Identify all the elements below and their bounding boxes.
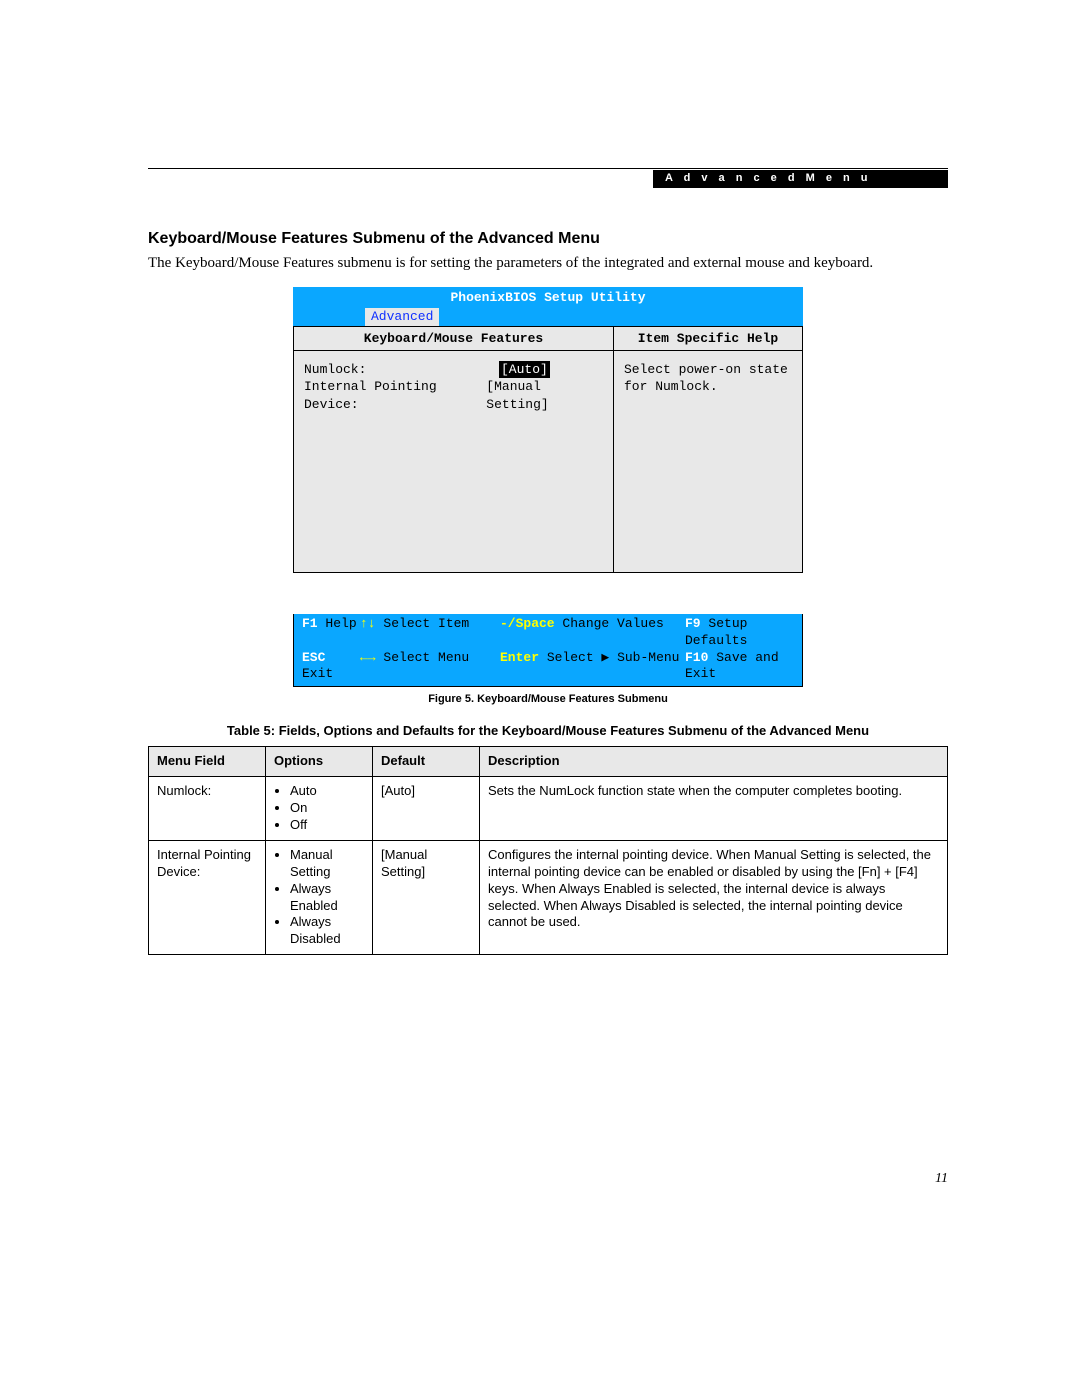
footer-text: Exit — [302, 666, 333, 681]
bios-screenshot: PhoenixBIOS Setup Utility Advanced Keybo… — [293, 287, 803, 688]
footer-key: -/Space — [500, 616, 555, 631]
bios-item-value: [Manual Setting] — [486, 378, 603, 413]
bios-active-tab: Advanced — [365, 308, 439, 326]
th-menu-field: Menu Field — [149, 747, 266, 777]
cell-options: Manual Setting Always Enabled Always Dis… — [266, 840, 373, 954]
footer-key: F1 — [302, 616, 318, 631]
page-number: 11 — [935, 1171, 948, 1187]
footer-key: ←→ — [360, 650, 376, 665]
footer-text: Select ▶ Sub-Menu — [547, 650, 680, 665]
bios-left-body: Numlock: [Auto] Internal Pointing Device… — [293, 351, 613, 573]
th-desc: Description — [480, 747, 948, 777]
footer-text: Help — [325, 616, 356, 631]
section-banner: A d v a n c e d M e n u — [653, 170, 948, 188]
table-row: Internal Pointing Device: Manual Setting… — [149, 840, 948, 954]
bios-item-label: Internal Pointing Device: — [304, 378, 486, 413]
footer-text: Change Values — [562, 616, 663, 631]
option-item: Auto — [290, 783, 364, 800]
footer-key: ↑↓ — [360, 616, 376, 631]
option-item: Always Disabled — [290, 914, 364, 948]
footer-key: Enter — [500, 650, 539, 665]
footer-text: Select Item — [383, 616, 469, 631]
intro-paragraph: The Keyboard/Mouse Features submenu is f… — [148, 254, 948, 273]
option-item: Manual Setting — [290, 847, 364, 881]
bios-help-line: for Numlock. — [624, 378, 792, 396]
section-heading: Keyboard/Mouse Features Submenu of the A… — [148, 230, 948, 248]
bios-right-header: Item Specific Help — [613, 326, 803, 351]
reference-table: Menu Field Options Default Description N… — [148, 746, 948, 955]
footer-key: F9 — [685, 616, 701, 631]
th-default: Default — [373, 747, 480, 777]
option-item: Off — [290, 817, 364, 834]
option-item: Always Enabled — [290, 881, 364, 915]
bios-title: PhoenixBIOS Setup Utility — [293, 287, 803, 308]
bios-footer: F1 Help ↑↓ Select Item -/Space Change Va… — [293, 614, 803, 688]
bios-help-line: Select power-on state — [624, 361, 792, 379]
footer-text: Select Menu — [383, 650, 469, 665]
bios-item-row: Numlock: [Auto] — [304, 361, 603, 379]
option-item: On — [290, 800, 364, 817]
footer-key: F10 — [685, 650, 708, 665]
bios-menu-bar: Advanced — [293, 308, 803, 326]
cell-desc: Sets the NumLock function state when the… — [480, 777, 948, 841]
table-caption: Table 5: Fields, Options and Defaults fo… — [148, 723, 948, 738]
cell-default: [Manual Setting] — [373, 840, 480, 954]
th-options: Options — [266, 747, 373, 777]
cell-options: Auto On Off — [266, 777, 373, 841]
bios-item-row: Internal Pointing Device: [Manual Settin… — [304, 378, 603, 413]
cell-field: Internal Pointing Device: — [149, 840, 266, 954]
cell-default: [Auto] — [373, 777, 480, 841]
footer-key: ESC — [302, 650, 325, 665]
bios-right-body: Select power-on state for Numlock. — [613, 351, 803, 573]
table-row: Numlock: Auto On Off [Auto] Sets the Num… — [149, 777, 948, 841]
bios-item-label: Numlock: — [304, 361, 499, 379]
cell-field: Numlock: — [149, 777, 266, 841]
header-bar: A d v a n c e d M e n u — [148, 170, 948, 190]
cell-desc: Configures the internal pointing device.… — [480, 840, 948, 954]
bios-item-value: [Auto] — [499, 361, 550, 379]
figure-caption: Figure 5. Keyboard/Mouse Features Submen… — [148, 693, 948, 705]
bios-left-header: Keyboard/Mouse Features — [293, 326, 613, 351]
